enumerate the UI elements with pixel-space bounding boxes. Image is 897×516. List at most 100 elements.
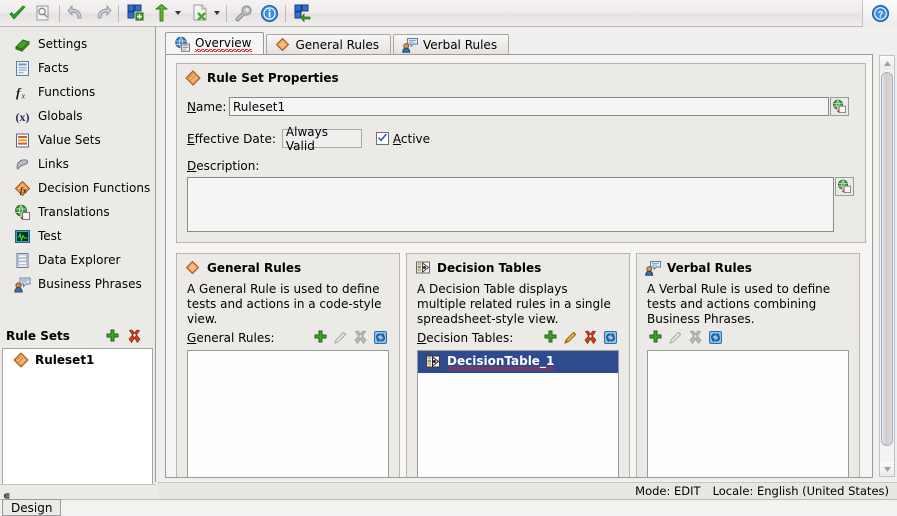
tab-label: Overview <box>195 36 252 52</box>
ruleset-diamond-icon <box>13 351 29 368</box>
refresh-ruleset-icon[interactable] <box>289 1 315 25</box>
description-block: Description: <box>187 159 855 232</box>
delete-icon[interactable] <box>582 329 599 346</box>
active-checkbox[interactable]: Active <box>375 131 431 146</box>
translate-globe-icon[interactable] <box>835 177 854 196</box>
chevron-down-icon[interactable] <box>214 11 220 15</box>
list-item[interactable]: Ruleset1 <box>3 349 152 370</box>
panel-title-label: Decision Tables <box>437 261 542 275</box>
delete-icon[interactable] <box>127 329 142 344</box>
list-item[interactable]: DecisionTable_1 <box>418 351 618 373</box>
panel-title: Decision Tables <box>407 254 629 276</box>
name-input-value: Ruleset1 <box>233 99 286 114</box>
sidebar-item-globals[interactable]: (x) Globals <box>0 104 155 128</box>
scroll-up-arrow-icon[interactable] <box>880 56 894 70</box>
functions-fx-icon: fx <box>14 84 31 101</box>
group-title-label: Rule Set Properties <box>207 71 339 85</box>
help-button[interactable]: ? <box>862 0 897 27</box>
undo-icon[interactable] <box>63 1 89 25</box>
redo-icon[interactable] <box>89 1 115 25</box>
panel-list-header: Decision Tables: <box>417 329 619 346</box>
effective-date-value: Always Valid <box>285 124 328 153</box>
name-label: Name: <box>187 99 227 114</box>
tab-general-rules[interactable]: General Rules <box>265 34 391 55</box>
rule-sets-actions <box>105 329 155 344</box>
tab-design-label: Design <box>11 500 53 515</box>
rule-set-properties-title: Rule Set Properties <box>177 64 865 86</box>
chevron-down-icon[interactable] <box>175 11 181 15</box>
sidebar-item-facts[interactable]: Facts <box>0 56 155 80</box>
sidebar-item-test[interactable]: Test <box>0 224 155 248</box>
links-icon <box>14 156 31 173</box>
svg-text:(x): (x) <box>16 110 30 124</box>
toolbar-separator <box>226 4 227 22</box>
description-textarea[interactable] <box>187 177 834 232</box>
scroll-down-arrow-icon[interactable] <box>880 462 894 476</box>
toolbar-separator <box>285 4 286 22</box>
tab-verbal-rules[interactable]: Verbal Rules <box>392 34 510 55</box>
search-document-icon[interactable] <box>30 1 56 25</box>
sidebar-item-label: Test <box>38 229 62 243</box>
overview-panel: Rule Set Properties Name: Ruleset1 Effec… <box>165 54 873 478</box>
name-input[interactable]: Ruleset1 <box>229 97 829 116</box>
svg-text:fx: fx <box>20 186 27 195</box>
refresh-icon[interactable] <box>707 329 724 346</box>
edit-pencil-icon[interactable] <box>562 329 579 346</box>
data-explorer-icon <box>14 252 31 269</box>
verbal-rules-list[interactable] <box>647 350 849 477</box>
panel-actions <box>647 329 724 346</box>
validate-check-icon[interactable] <box>4 1 30 25</box>
decision-tables-list[interactable]: DecisionTable_1 <box>417 350 619 477</box>
tab-design[interactable]: Design <box>2 499 62 516</box>
rule-set-properties-group: Rule Set Properties Name: Ruleset1 Effec… <box>176 63 866 243</box>
sidebar-item-functions[interactable]: fx Functions <box>0 80 155 104</box>
overview-icon <box>174 36 190 52</box>
add-icon[interactable] <box>647 329 664 346</box>
remove-document-icon[interactable] <box>187 1 213 25</box>
translate-globe-icon[interactable] <box>830 97 849 116</box>
edit-pencil-icon <box>332 329 349 346</box>
tab-overview[interactable]: Overview <box>165 32 264 55</box>
main-toolbar: ? <box>0 0 897 27</box>
value-sets-icon <box>14 132 31 149</box>
sidebar-item-decision-functions[interactable]: fx Decision Functions <box>0 176 155 200</box>
add-icon[interactable] <box>312 329 329 346</box>
rule-sets-list[interactable]: Ruleset1 <box>2 348 153 498</box>
promote-icon[interactable] <box>148 1 174 25</box>
sidebar-item-business-phrases[interactable]: Business Phrases <box>0 272 155 296</box>
sidebar-item-label: Decision Functions <box>38 181 151 195</box>
sidebar-item-data-explorer[interactable]: Data Explorer <box>0 248 155 272</box>
info-icon[interactable] <box>256 1 282 25</box>
decision-tables-panel: Decision Tables A Decision Table display… <box>406 253 630 477</box>
scrollbar-thumb[interactable] <box>881 72 893 446</box>
sidebar-item-label: Business Phrases <box>38 277 142 291</box>
refresh-icon[interactable] <box>602 329 619 346</box>
active-label: Active <box>392 131 431 146</box>
panel-title: Verbal Rules <box>637 254 859 276</box>
effective-date-field[interactable]: Always Valid <box>281 125 362 153</box>
panel-title: General Rules <box>177 254 399 276</box>
general-rules-panel: General Rules A General Rule is used to … <box>176 253 400 477</box>
wrench-icon[interactable] <box>230 1 256 25</box>
editor-main: Overview General Rules Verbal Rules Rule… <box>157 27 897 482</box>
sidebar-item-translations[interactable]: Translations <box>0 200 155 224</box>
decision-functions-icon: fx <box>14 180 31 197</box>
general-rules-list[interactable] <box>187 350 389 477</box>
sidebar-item-label: Value Sets <box>38 133 101 147</box>
status-locale: Locale: English (United States) <box>712 484 889 498</box>
add-icon[interactable] <box>105 329 120 344</box>
sidebar-item-label: Links <box>38 157 69 171</box>
globals-x-icon: (x) <box>14 108 31 125</box>
sidebar-item-links[interactable]: Links <box>0 152 155 176</box>
sidebar-item-settings[interactable]: Settings <box>0 32 155 56</box>
vertical-scrollbar[interactable] <box>879 55 895 477</box>
checkbox-box <box>375 132 389 145</box>
verbal-rules-icon <box>645 260 661 276</box>
general-rules-diamond-icon <box>185 260 201 276</box>
refresh-icon[interactable] <box>372 329 389 346</box>
add-ruleset-icon[interactable] <box>122 1 148 25</box>
toolbar-separator <box>59 4 60 22</box>
add-icon[interactable] <box>542 329 559 346</box>
settings-book-icon <box>14 36 31 53</box>
sidebar-item-value-sets[interactable]: Value Sets <box>0 128 155 152</box>
